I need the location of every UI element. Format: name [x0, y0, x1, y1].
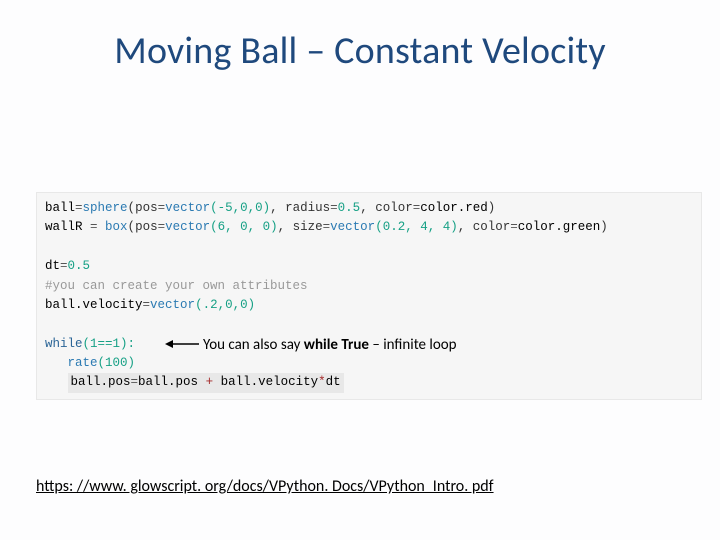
code-token: (6, 0, 0) — [210, 220, 278, 234]
code-token: ( — [128, 201, 136, 215]
page-title: Moving Ball – Constant Velocity — [0, 28, 720, 74]
code-token: 0.5 — [68, 259, 91, 273]
code-token: ) — [488, 201, 496, 215]
annotation-text: You can also say while True – infinite l… — [203, 336, 457, 354]
code-token: color.red — [420, 201, 488, 215]
code-token: , — [458, 220, 473, 234]
code-token: color.green — [518, 220, 601, 234]
code-token: pos — [135, 220, 158, 234]
code-block: ball=sphere(pos=vector(-5,0,0), radius=0… — [36, 192, 702, 400]
annotation-text-part: You can also say — [203, 336, 304, 354]
annotation: You can also say while True – infinite l… — [165, 336, 457, 354]
code-token — [45, 315, 693, 334]
code-token: color — [375, 201, 413, 215]
code-token: = — [330, 201, 338, 215]
code-token: = — [90, 220, 98, 234]
code-token: = — [158, 220, 166, 234]
code-token: vector — [165, 220, 210, 234]
code-token: wallR — [45, 220, 90, 234]
code-token: while — [45, 337, 83, 351]
code-token: = — [158, 201, 166, 215]
code-token: ) — [600, 220, 608, 234]
code-token: vector — [330, 220, 375, 234]
code-token: ( — [128, 220, 136, 234]
annotation-text-part: – infinite loop — [369, 336, 457, 354]
code-comment: #you can create your own attributes — [45, 279, 308, 293]
code-token: = — [131, 375, 139, 389]
code-token: (.2,0,0) — [195, 298, 255, 312]
code-token — [45, 375, 68, 389]
code-token: = — [60, 259, 68, 273]
arrow-left-icon — [165, 336, 199, 354]
code-token: (0.2, 4, 4) — [375, 220, 458, 234]
code-token: size — [293, 220, 323, 234]
code-token — [45, 356, 68, 370]
code-token: pos — [135, 201, 158, 215]
code-token: rate — [68, 356, 98, 370]
code-token — [45, 238, 693, 257]
code-token: ball — [45, 201, 75, 215]
code-token: dt — [326, 375, 341, 389]
code-token: color — [473, 220, 511, 234]
code-token: , — [360, 201, 375, 215]
code-token: ball.pos — [138, 375, 206, 389]
code-token: dt — [45, 259, 60, 273]
annotation-text-bold: while True — [304, 336, 369, 354]
code-token: , — [270, 201, 285, 215]
slide: Moving Ball – Constant Velocity ball=sph… — [0, 0, 720, 540]
code-token: vector — [150, 298, 195, 312]
code-token: (100) — [98, 356, 136, 370]
footer-link[interactable]: https: //www. glowscript. org/docs/VPyth… — [36, 477, 494, 496]
code-token: box — [98, 220, 128, 234]
code-token: , — [278, 220, 293, 234]
code-token: ball.velocity — [45, 298, 143, 312]
code-token: = — [75, 201, 83, 215]
code-token: = — [143, 298, 151, 312]
code-token: (1==1): — [83, 337, 143, 351]
code-token: + — [206, 375, 214, 389]
code-token: ball.pos — [71, 375, 131, 389]
code-token: (-5,0,0) — [210, 201, 270, 215]
code-token: vector — [165, 201, 210, 215]
code-token: 0.5 — [338, 201, 361, 215]
code-token: radius — [285, 201, 330, 215]
code-token: ball.velocity — [213, 375, 318, 389]
code-token: * — [318, 375, 326, 389]
code-token: = — [510, 220, 518, 234]
code-token: sphere — [83, 201, 128, 215]
